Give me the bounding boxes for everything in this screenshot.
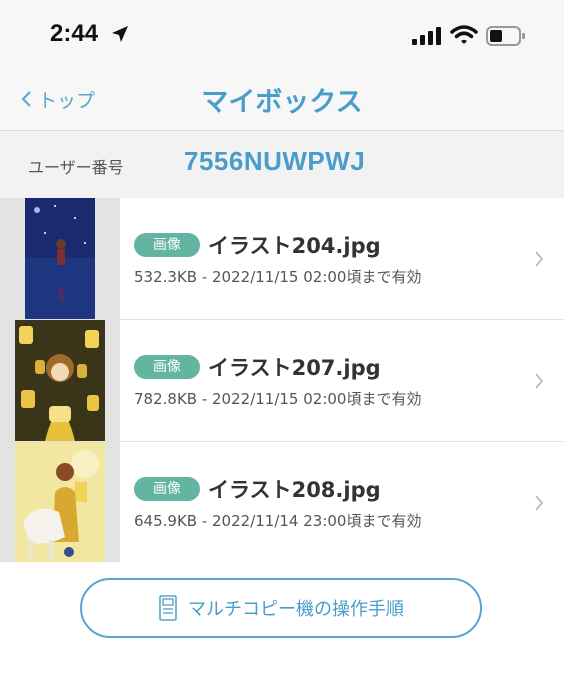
image-type-badge: 画像 — [134, 355, 200, 379]
thumbnail-area — [0, 198, 120, 319]
location-arrow-icon — [112, 26, 128, 42]
navigation-bar: トップ マイボックス — [0, 66, 564, 131]
file-name: イラスト204.jpg — [208, 234, 381, 258]
file-thumbnail — [15, 442, 105, 563]
file-row[interactable]: 画像 イラスト208.jpg 645.9KB - 2022/11/14 23:0… — [0, 442, 564, 564]
wifi-icon — [450, 25, 478, 44]
image-type-badge: 画像 — [134, 477, 200, 501]
file-thumbnail — [15, 320, 105, 441]
signal-icon — [412, 27, 441, 45]
footer: マルチコピー機の操作手順 — [0, 562, 564, 680]
battery-icon — [486, 26, 525, 46]
file-name: イラスト207.jpg — [208, 356, 381, 380]
chevron-right-icon — [535, 251, 544, 267]
file-meta: 782.8KB - 2022/11/15 02:00頃まで有効 — [134, 390, 422, 408]
chevron-right-icon — [535, 495, 544, 511]
user-number-label: ユーザー番号 — [28, 158, 124, 177]
thumbnail-area — [0, 320, 120, 441]
file-row[interactable]: 画像 イラスト207.jpg 782.8KB - 2022/11/15 02:0… — [0, 320, 564, 442]
file-thumbnail — [25, 198, 95, 319]
multicopy-manual-button[interactable]: マルチコピー機の操作手順 — [80, 578, 482, 638]
page-title: マイボックス — [201, 87, 363, 118]
file-list: 画像 イラスト204.jpg 532.3KB - 2022/11/15 02:0… — [0, 198, 564, 564]
status-bar: 2:44 — [0, 0, 564, 66]
app-screen: 2:44 トップ マイボックス ユーザー番号 7556NUWPWJ 画像 イラス… — [0, 0, 564, 680]
file-name: イラスト208.jpg — [208, 478, 381, 502]
image-type-badge: 画像 — [134, 233, 200, 257]
file-row[interactable]: 画像 イラスト204.jpg 532.3KB - 2022/11/15 02:0… — [0, 198, 564, 320]
user-number-value: 7556NUWPWJ — [184, 146, 366, 176]
copy-machine-icon — [159, 595, 177, 621]
thumbnail-area — [0, 442, 120, 563]
file-meta: 532.3KB - 2022/11/15 02:00頃まで有効 — [134, 268, 422, 286]
multicopy-manual-label: マルチコピー機の操作手順 — [188, 599, 404, 620]
chevron-right-icon — [535, 373, 544, 389]
user-number-bar: ユーザー番号 7556NUWPWJ — [0, 131, 564, 198]
file-meta: 645.9KB - 2022/11/14 23:00頃まで有効 — [134, 512, 422, 530]
status-time: 2:44 — [50, 20, 99, 47]
